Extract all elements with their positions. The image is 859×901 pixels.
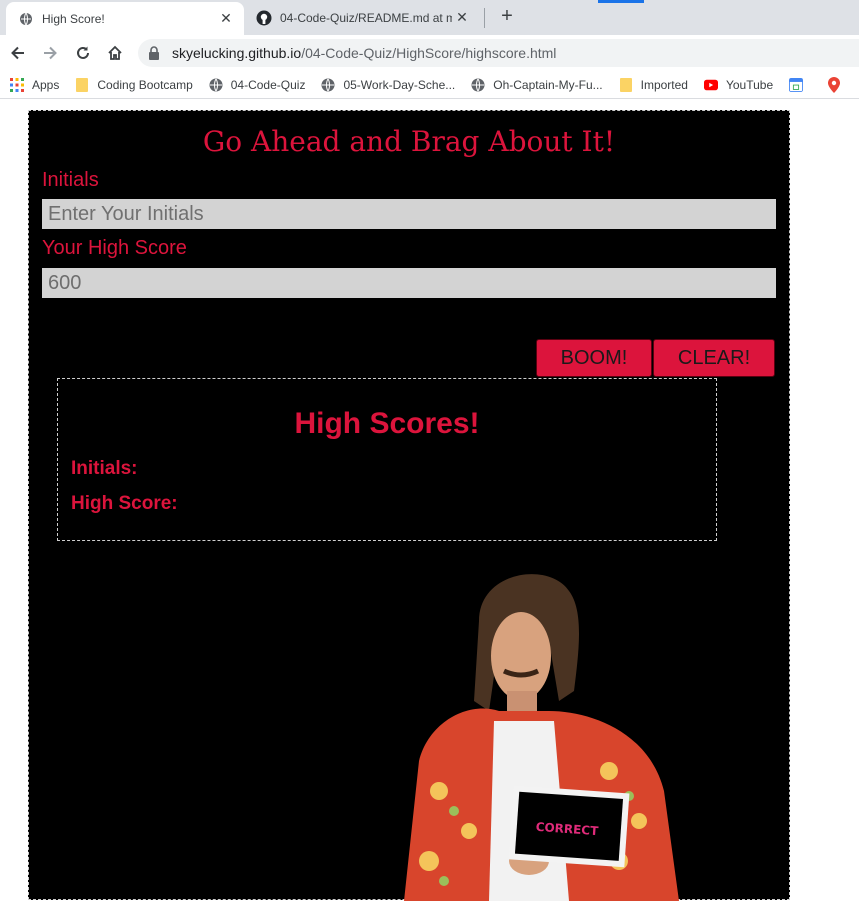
tab-accent: [598, 0, 644, 3]
bookmark-oh-captain[interactable]: Oh-Captain-My-Fu...: [471, 77, 603, 92]
youtube-icon: [703, 78, 718, 92]
score-input[interactable]: [42, 268, 776, 298]
tab-title: 04-Code-Quiz/README.md at m: [280, 10, 452, 25]
page-viewport: Go Ahead and Brag About It! Initials You…: [0, 100, 859, 901]
globe-icon: [209, 78, 223, 92]
new-tab-icon[interactable]: +: [496, 6, 518, 28]
bookmark-maps[interactable]: [827, 76, 849, 93]
bookmark-04-code-quiz[interactable]: 04-Code-Quiz: [209, 77, 306, 92]
url-host: skyelucking.github.io: [172, 45, 302, 61]
reload-icon[interactable]: [71, 41, 95, 65]
bookmark-05-work-day[interactable]: 05-Work-Day-Sche...: [321, 78, 455, 92]
clear-button[interactable]: CLEAR!: [653, 339, 775, 377]
boom-button[interactable]: BOOM!: [536, 339, 652, 377]
tab-high-score[interactable]: High Score! ✕: [6, 2, 244, 35]
score-label: Your High Score: [42, 237, 187, 259]
home-icon[interactable]: [103, 41, 127, 65]
calendar-icon: [789, 77, 804, 92]
tab-close-icon[interactable]: ✕: [216, 10, 236, 27]
folder-icon: [75, 77, 89, 92]
globe-icon: [321, 78, 335, 92]
lock-icon: [148, 46, 162, 60]
bookmark-label: 05-Work-Day-Sche...: [343, 77, 456, 92]
tab-title: High Score!: [42, 11, 105, 26]
globe-icon: [18, 11, 34, 27]
tab-close-icon[interactable]: ✕: [452, 9, 472, 26]
tab-separator: [484, 8, 485, 28]
high-score-panel: Go Ahead and Brag About It! Initials You…: [28, 110, 790, 901]
bookmark-youtube[interactable]: YouTube: [703, 77, 774, 92]
page-title: Go Ahead and Brag About It!: [202, 125, 616, 158]
bookmark-imported[interactable]: Imported: [619, 77, 688, 92]
bookmarks-bar: Apps Coding Bootcamp 04-Code-Quiz 05-Wor…: [0, 71, 859, 99]
bookmark-calendar[interactable]: [789, 77, 811, 92]
bookmark-apps[interactable]: Apps: [10, 77, 60, 92]
forward-icon[interactable]: [38, 41, 62, 65]
bookmark-label: Coding Bootcamp: [97, 77, 193, 92]
folder-icon: [619, 77, 633, 92]
globe-icon: [471, 78, 485, 92]
tab-readme[interactable]: 04-Code-Quiz/README.md at m ✕: [248, 0, 480, 35]
browser-toolbar: skyelucking.github.io/04-Code-Quiz/HighS…: [0, 35, 859, 71]
bookmark-label: Apps: [32, 77, 60, 92]
tab-strip: High Score! ✕ 04-Code-Quiz/README.md at …: [0, 0, 859, 35]
bookmark-coding-bootcamp[interactable]: Coding Bootcamp: [75, 77, 193, 92]
address-bar[interactable]: skyelucking.github.io/04-Code-Quiz/HighS…: [138, 39, 859, 67]
back-icon[interactable]: [6, 41, 30, 65]
bookmark-label: Imported: [640, 77, 688, 92]
high-scores-box: High Scores! Initials: High Score:: [57, 378, 717, 541]
bookmark-label: Oh-Captain-My-Fu...: [493, 77, 603, 92]
github-icon: [256, 10, 272, 26]
apps-grid-icon: [10, 77, 24, 92]
scores-initials-label: Initials:: [71, 458, 138, 479]
scores-highscore-label: High Score:: [71, 493, 178, 514]
initials-input[interactable]: [42, 199, 776, 229]
high-scores-title: High Scores!: [294, 407, 480, 440]
bookmark-label: YouTube: [725, 77, 774, 92]
map-pin-icon: [827, 76, 841, 93]
initials-label: Initials: [42, 169, 99, 191]
bookmark-label: 04-Code-Quiz: [230, 77, 306, 92]
url-path: /04-Code-Quiz/HighScore/highscore.html: [301, 45, 557, 61]
correct-sign-photo: CORRECT: [404, 574, 679, 901]
